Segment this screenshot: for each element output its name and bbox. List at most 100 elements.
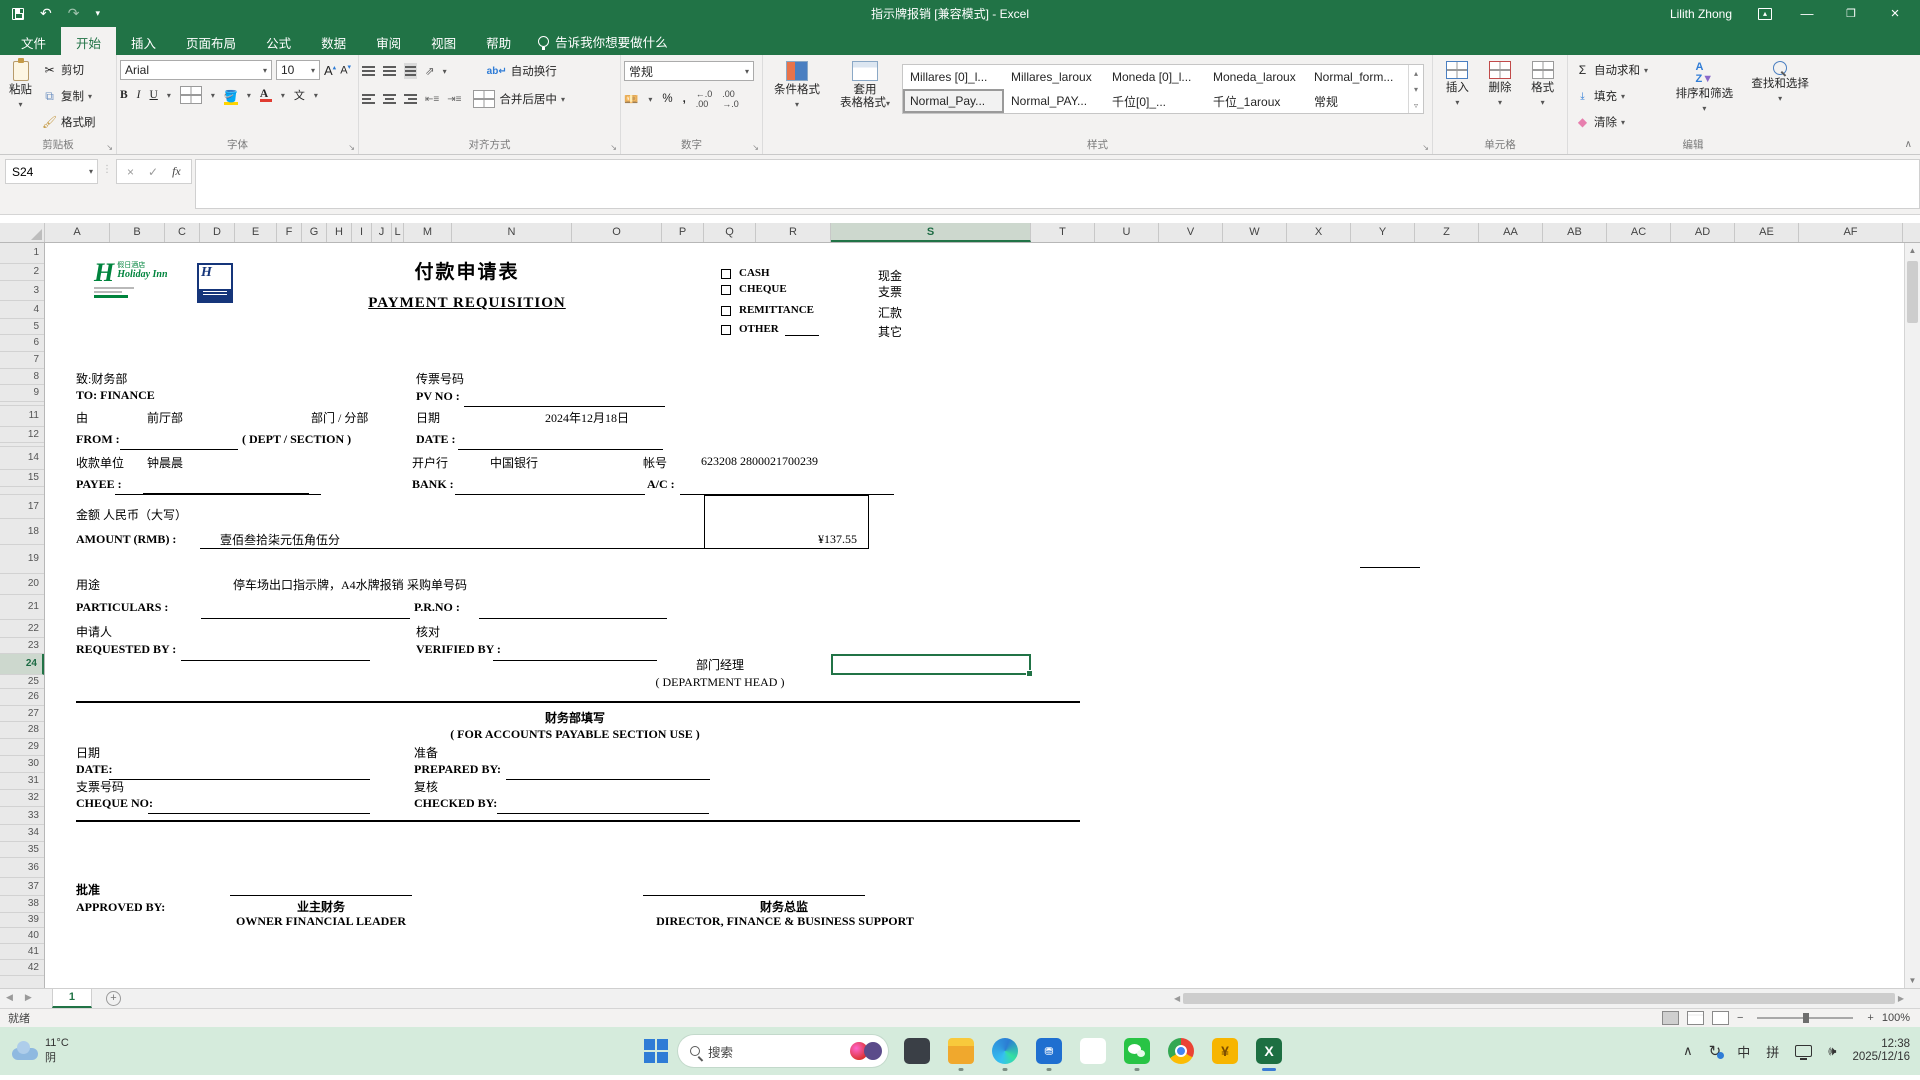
column-header-AB[interactable]: AB xyxy=(1543,223,1607,242)
checkbox-cash[interactable] xyxy=(721,269,731,279)
increase-decimal-icon[interactable]: ←.0.00 xyxy=(696,89,713,109)
paste-button[interactable]: 粘贴 ▾ xyxy=(3,58,38,134)
row-header-6[interactable]: 6 xyxy=(0,335,44,352)
row-header-37[interactable]: 37 xyxy=(0,878,44,896)
account-name[interactable]: Lilith Zhong xyxy=(1670,7,1732,21)
column-header-H[interactable]: H xyxy=(327,223,352,242)
decrease-decimal-icon[interactable]: .00 →.0 xyxy=(722,89,739,109)
row-header-19[interactable]: 19 xyxy=(0,545,44,574)
increase-indent-icon[interactable]: ⇥≡ xyxy=(447,94,461,105)
row-header-16[interactable] xyxy=(0,487,44,495)
row-header-7[interactable]: 7 xyxy=(0,352,44,369)
page-break-view-button[interactable] xyxy=(1711,1011,1729,1025)
font-name-combo[interactable]: Arial ▾ xyxy=(120,60,272,80)
shrink-font-icon[interactable]: A▾ xyxy=(340,63,351,77)
name-box[interactable]: S24 ▾ xyxy=(5,159,98,184)
row-header-31[interactable]: 31 xyxy=(0,773,44,790)
align-center-icon[interactable] xyxy=(383,92,396,106)
autosum-button[interactable]: Σ 自动求和 ▾ xyxy=(1571,60,1663,80)
tray-chevron-icon[interactable]: ∧ xyxy=(1683,1043,1693,1059)
column-header-R[interactable]: R xyxy=(756,223,831,242)
sort-filter-button[interactable]: A Z▼ 排序和筛选 ▾ xyxy=(1669,58,1739,134)
column-header-Z[interactable]: Z xyxy=(1415,223,1479,242)
excel-icon[interactable]: X xyxy=(1256,1038,1282,1064)
column-header-AF[interactable]: AF xyxy=(1799,223,1903,242)
save-icon[interactable] xyxy=(12,7,24,20)
row-header-40[interactable]: 40 xyxy=(0,928,44,944)
number-format-combo[interactable]: 常规 ▾ xyxy=(624,61,754,81)
zoom-level[interactable]: 100% xyxy=(1882,1012,1910,1024)
finance-app-icon[interactable]: ¥ xyxy=(1212,1038,1238,1064)
tab-r6[interactable]: 审阅 xyxy=(361,27,416,55)
column-header-L[interactable]: L xyxy=(392,223,404,242)
row-header-41[interactable]: 41 xyxy=(0,944,44,960)
horizontal-scroll-thumb[interactable] xyxy=(1183,993,1895,1004)
minimize-button[interactable]: — xyxy=(1798,6,1816,21)
gallery-up-icon[interactable]: ▴ xyxy=(1414,69,1418,78)
zoom-slider-thumb[interactable] xyxy=(1803,1013,1810,1023)
italic-button[interactable]: I xyxy=(137,89,141,101)
percent-style-icon[interactable]: % xyxy=(662,93,672,105)
cut-button[interactable]: ✂ 剪切 xyxy=(38,60,100,80)
align-top-icon[interactable] xyxy=(362,64,375,78)
wrap-text-button[interactable]: ab↵ 自动换行 xyxy=(483,61,561,81)
cell-style-item[interactable]: Moneda [0]_l... xyxy=(1105,65,1206,89)
restore-button[interactable]: ❐ xyxy=(1842,7,1860,20)
scroll-up-icon[interactable]: ▲ xyxy=(1905,243,1920,255)
onedrive-sync-icon[interactable]: ↻ xyxy=(1709,1042,1724,1060)
zoom-in-icon[interactable]: + xyxy=(1867,1012,1873,1024)
formula-input[interactable] xyxy=(194,159,1920,209)
row-header-34[interactable]: 34 xyxy=(0,825,44,842)
column-header-Y[interactable]: Y xyxy=(1351,223,1415,242)
tab-r5[interactable]: 数据 xyxy=(306,27,361,55)
cell-style-item[interactable]: Millares [0]_l... xyxy=(903,65,1004,89)
column-header-T[interactable]: T xyxy=(1031,223,1095,242)
column-header-F[interactable]: F xyxy=(277,223,302,242)
zoom-out-icon[interactable]: − xyxy=(1737,1012,1743,1024)
checkbox-remittance[interactable] xyxy=(721,306,731,316)
row-header-38[interactable]: 38 xyxy=(0,896,44,913)
column-header-O[interactable]: O xyxy=(572,223,662,242)
customize-qat-icon[interactable]: ▾ xyxy=(95,8,100,19)
tab-r8[interactable]: 帮助 xyxy=(471,27,526,55)
volume-icon[interactable]: 🕪 xyxy=(1828,1043,1836,1059)
store-icon[interactable]: ⛃ xyxy=(1036,1038,1062,1064)
row-header-35[interactable]: 35 xyxy=(0,842,44,858)
column-header-M[interactable]: M xyxy=(404,223,452,242)
cell-style-item[interactable]: Millares_laroux xyxy=(1004,65,1105,89)
sheet-area[interactable]: 1 2 3 4 5 6 7 8 9 11 12 14 15 17 18 19 20 21 22 23 24 25 26 27 2… xyxy=(0,243,1920,988)
weather-widget[interactable]: 11°C 阴 xyxy=(0,1037,69,1065)
vertical-scrollbar[interactable]: ▲ ▼ xyxy=(1904,243,1920,988)
tell-me-box[interactable]: 告诉我你想要做什么 xyxy=(526,27,680,55)
phone-link-icon[interactable] xyxy=(904,1038,930,1064)
column-header-B[interactable]: B xyxy=(110,223,165,242)
accounting-format-icon[interactable]: 💴 xyxy=(624,92,638,106)
row-header-12[interactable]: 12 xyxy=(0,427,44,443)
borders-icon[interactable] xyxy=(179,86,202,104)
collapse-ribbon-icon[interactable]: ∧ xyxy=(1905,139,1912,150)
column-header-X[interactable]: X xyxy=(1287,223,1351,242)
column-header-AC[interactable]: AC xyxy=(1607,223,1671,242)
align-bottom-icon[interactable] xyxy=(404,63,417,79)
scroll-down-icon[interactable]: ▼ xyxy=(1905,976,1920,985)
column-header-C[interactable]: C xyxy=(165,223,200,242)
search-box[interactable]: 搜索 xyxy=(678,1035,888,1067)
column-header-I[interactable]: I xyxy=(352,223,372,242)
column-header-N[interactable]: N xyxy=(452,223,572,242)
horizontal-scrollbar[interactable]: ◀ ▶ xyxy=(1174,991,1904,1006)
tab-r1[interactable]: 开始 xyxy=(61,27,117,55)
column-header-A[interactable]: A xyxy=(45,223,110,242)
column-header-U[interactable]: U xyxy=(1095,223,1159,242)
row-header-2[interactable]: 2 xyxy=(0,264,44,281)
cell-style-item[interactable]: 常规 xyxy=(1307,89,1408,113)
row-header-22[interactable]: 22 xyxy=(0,620,44,638)
column-header-E[interactable]: E xyxy=(235,223,277,242)
fill-button[interactable]: ⤓ 填充 ▾ xyxy=(1571,86,1663,106)
column-header-W[interactable]: W xyxy=(1223,223,1287,242)
new-sheet-icon[interactable]: + xyxy=(105,991,121,1006)
row-header-42[interactable]: 42 xyxy=(0,960,44,976)
column-header-AE[interactable]: AE xyxy=(1735,223,1799,242)
decrease-indent-icon[interactable]: ⇤≡ xyxy=(425,94,439,105)
row-header-4[interactable]: 4 xyxy=(0,301,44,319)
zoom-slider[interactable] xyxy=(1757,1013,1854,1023)
